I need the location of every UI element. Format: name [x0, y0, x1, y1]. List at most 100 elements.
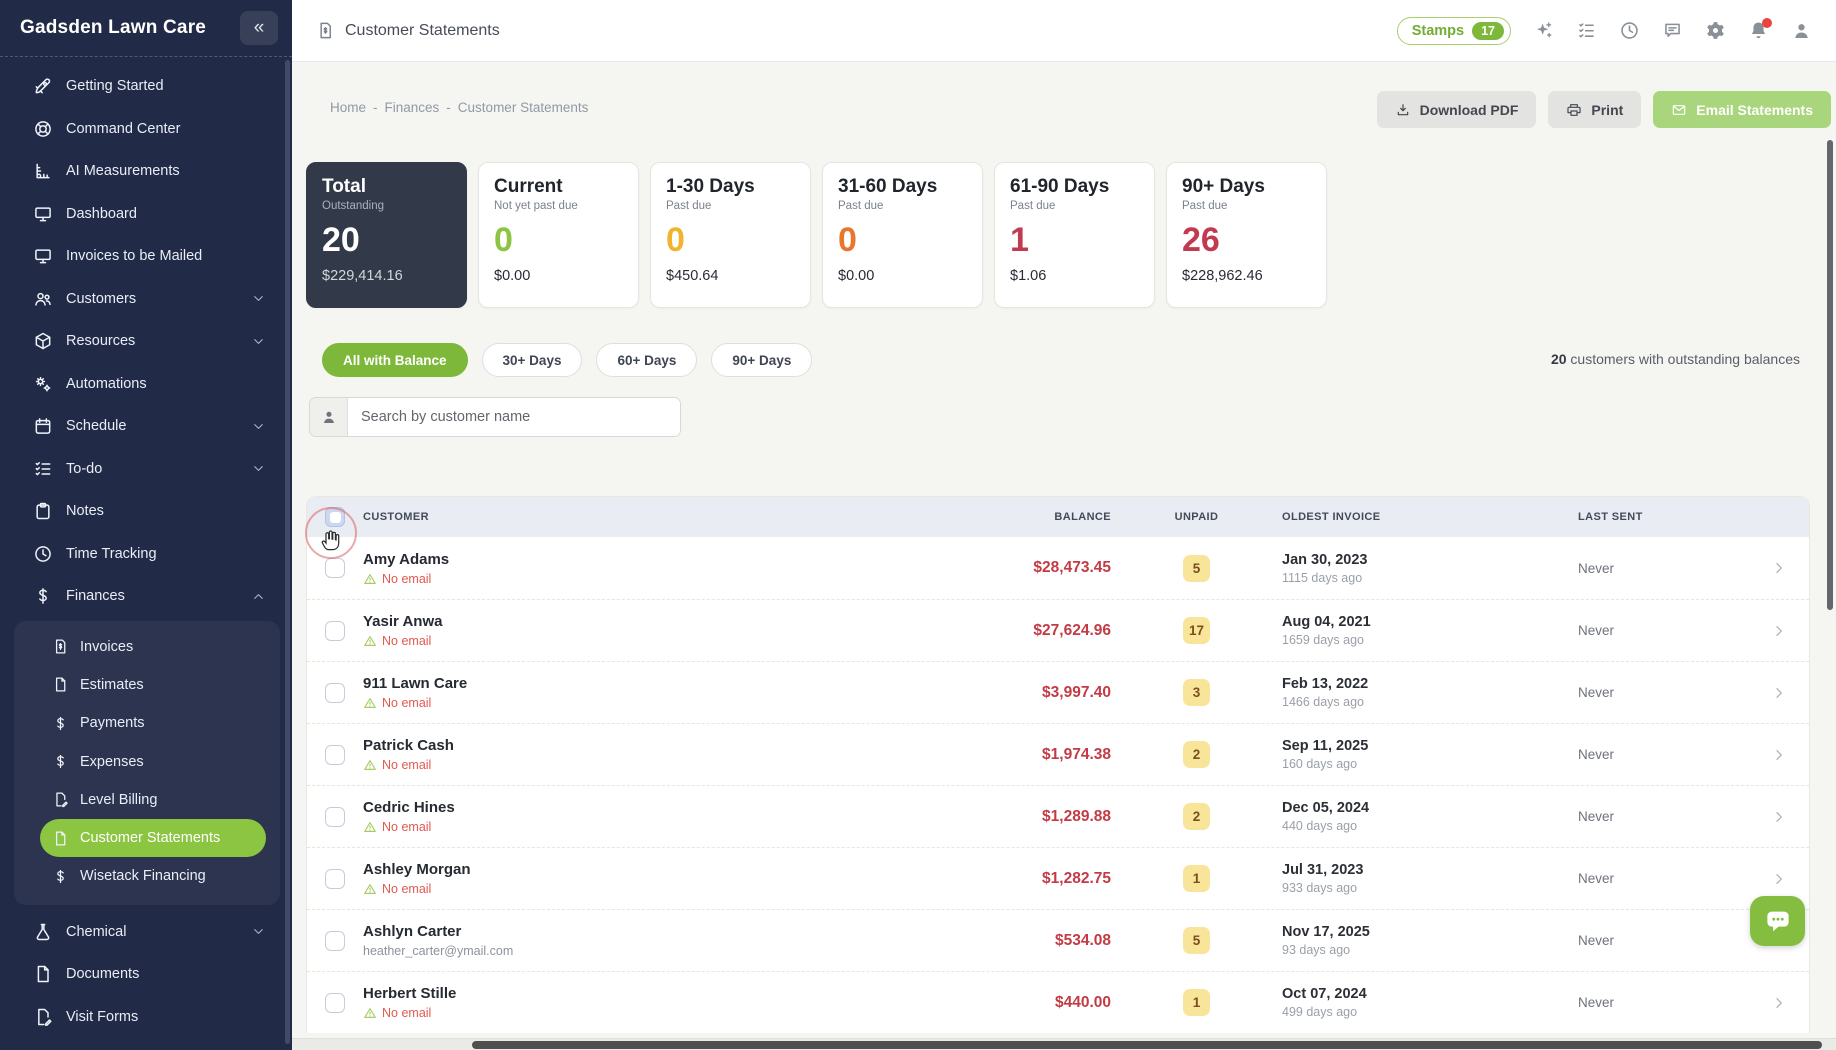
- customer-name: Amy Adams: [363, 551, 921, 568]
- sidebar-item-label: Estimates: [80, 677, 254, 693]
- brand-name: Gadsden Lawn Care: [20, 17, 206, 39]
- card-count: 0: [838, 222, 967, 259]
- filter-pill-all-with-balance[interactable]: All with Balance: [322, 343, 468, 377]
- vertical-scrollbar-thumb[interactable]: [1827, 140, 1833, 610]
- row-checkbox[interactable]: [325, 621, 345, 641]
- chevron-right-icon[interactable]: [1771, 560, 1787, 576]
- table-row-yasir-anwa[interactable]: Yasir AnwaNo email$27,624.9617Aug 04, 20…: [307, 599, 1809, 661]
- sidebar-item-resources[interactable]: Resources: [0, 320, 292, 363]
- print-button[interactable]: Print: [1548, 91, 1641, 128]
- summary-card-31-60-days[interactable]: 31-60 DaysPast due0$0.00: [822, 162, 983, 308]
- sidebar-item-dashboard[interactable]: Dashboard: [0, 193, 292, 236]
- sidebar-item-customers[interactable]: Customers: [0, 278, 292, 321]
- warning-icon: [363, 572, 377, 586]
- filter-pill-90-days[interactable]: 90+ Days: [711, 343, 812, 377]
- column-header-balance: BALANCE: [921, 511, 1111, 523]
- email-statements-button[interactable]: Email Statements: [1653, 91, 1831, 128]
- sidebar-item-schedule[interactable]: Schedule: [0, 405, 292, 448]
- document-icon: [33, 964, 53, 984]
- clock-icon: [33, 544, 53, 564]
- sidebar-item-getting-started[interactable]: Getting Started: [0, 65, 292, 108]
- warning-icon: [363, 820, 377, 834]
- table-row-amy-adams[interactable]: Amy AdamsNo email$28,473.455Jan 30, 2023…: [307, 537, 1809, 599]
- row-checkbox[interactable]: [325, 683, 345, 703]
- sidebar-item-customer-statements[interactable]: Customer Statements: [40, 819, 266, 857]
- sidebar-item-invoices[interactable]: Invoices: [40, 628, 266, 666]
- card-subtitle: Past due: [838, 200, 967, 212]
- email-address: heather_carter@ymail.com: [363, 944, 513, 958]
- chevron-right-icon[interactable]: [1771, 623, 1787, 639]
- horizontal-scrollbar-thumb[interactable]: [472, 1041, 1822, 1049]
- sidebar-item-estimates[interactable]: Estimates: [40, 666, 266, 704]
- column-header-oldest-invoice: OLDEST INVOICE: [1282, 511, 1578, 523]
- download-pdf-button[interactable]: Download PDF: [1377, 91, 1537, 128]
- sidebar-item-ai-measurements[interactable]: AI Measurements: [0, 150, 292, 193]
- button-label: Print: [1591, 102, 1623, 118]
- sidebar-item-payments[interactable]: Payments: [40, 704, 266, 742]
- row-checkbox-cell: [307, 621, 363, 641]
- sidebar-item-invoices-to-be-mailed[interactable]: Invoices to be Mailed: [0, 235, 292, 278]
- row-checkbox[interactable]: [325, 869, 345, 889]
- sidebar-item-documents[interactable]: Documents: [0, 953, 292, 996]
- sidebar-item-command-center[interactable]: Command Center: [0, 108, 292, 151]
- summary-card-61-90-days[interactable]: 61-90 DaysPast due1$1.06: [994, 162, 1155, 308]
- last-sent-value: Never: [1578, 685, 1747, 700]
- sidebar-item-finances[interactable]: Finances: [0, 575, 292, 618]
- sidebar-collapse-button[interactable]: «: [240, 11, 278, 45]
- table-row-ashlyn-carter[interactable]: Ashlyn Carterheather_carter@ymail.com$53…: [307, 909, 1809, 971]
- breadcrumb-home[interactable]: Home: [330, 100, 366, 115]
- card-amount: $0.00: [494, 268, 623, 284]
- sidebar-item-label: AI Measurements: [66, 163, 266, 179]
- oldest-invoice-cell: Aug 04, 20211659 days ago: [1282, 614, 1578, 647]
- printer-icon: [1566, 102, 1582, 118]
- sidebar-item-wisetack-financing[interactable]: Wisetack Financing: [40, 857, 266, 895]
- oldest-invoice-age: 1466 days ago: [1282, 695, 1578, 709]
- search-input[interactable]: [348, 398, 680, 436]
- sidebar-item-visit-forms[interactable]: Visit Forms: [0, 996, 292, 1039]
- sparkles-icon[interactable]: [1533, 20, 1554, 41]
- sidebar-item-to-do[interactable]: To-do: [0, 448, 292, 491]
- table-row-cedric-hines[interactable]: Cedric HinesNo email$1,289.882Dec 05, 20…: [307, 785, 1809, 847]
- summary-card-current[interactable]: CurrentNot yet past due0$0.00: [478, 162, 639, 308]
- chevron-right-icon[interactable]: [1771, 747, 1787, 763]
- chevron-right-icon[interactable]: [1771, 995, 1787, 1011]
- row-checkbox[interactable]: [325, 931, 345, 951]
- select-all-checkbox[interactable]: [325, 507, 345, 527]
- sidebar-item-level-billing[interactable]: Level Billing: [40, 781, 266, 819]
- breadcrumb-finances[interactable]: Finances: [385, 100, 440, 115]
- oldest-invoice-date: Sep 11, 2025: [1282, 738, 1578, 754]
- sidebar-item-notes[interactable]: Notes: [0, 490, 292, 533]
- gear-icon[interactable]: [1705, 20, 1726, 41]
- sidebar-item-chemical[interactable]: Chemical: [0, 911, 292, 954]
- clock-icon[interactable]: [1619, 20, 1640, 41]
- sidebar-item-automations[interactable]: Automations: [0, 363, 292, 406]
- table-row-911-lawn-care[interactable]: 911 Lawn CareNo email$3,997.403Feb 13, 2…: [307, 661, 1809, 723]
- table-row-patrick-cash[interactable]: Patrick CashNo email$1,974.382Sep 11, 20…: [307, 723, 1809, 785]
- customer-count-suffix: customers with outstanding balances: [1567, 351, 1800, 367]
- sidebar-scrollbar[interactable]: [285, 60, 290, 1044]
- chat-fab-button[interactable]: [1750, 896, 1805, 946]
- filter-pill-30-days[interactable]: 30+ Days: [482, 343, 583, 377]
- stamps-pill[interactable]: Stamps 17: [1397, 17, 1511, 45]
- sidebar-item-time-tracking[interactable]: Time Tracking: [0, 533, 292, 576]
- profile-icon[interactable]: [1791, 20, 1812, 41]
- ruler-icon: [33, 161, 53, 181]
- bell-icon[interactable]: [1748, 20, 1769, 41]
- chevron-right-icon[interactable]: [1771, 871, 1787, 887]
- filter-pill-60-days[interactable]: 60+ Days: [596, 343, 697, 377]
- row-checkbox[interactable]: [325, 745, 345, 765]
- summary-card-90-days[interactable]: 90+ DaysPast due26$228,962.46: [1166, 162, 1327, 308]
- row-checkbox[interactable]: [325, 807, 345, 827]
- chat-icon[interactable]: [1662, 20, 1683, 41]
- tasks-icon[interactable]: [1576, 20, 1597, 41]
- chevron-right-icon[interactable]: [1771, 685, 1787, 701]
- row-checkbox[interactable]: [325, 993, 345, 1013]
- summary-card-total[interactable]: TotalOutstanding20$229,414.16: [306, 162, 467, 308]
- chevron-right-icon[interactable]: [1771, 809, 1787, 825]
- table-row-ashley-morgan[interactable]: Ashley MorganNo email$1,282.751Jul 31, 2…: [307, 847, 1809, 909]
- summary-card-1-30-days[interactable]: 1-30 DaysPast due0$450.64: [650, 162, 811, 308]
- row-checkbox[interactable]: [325, 558, 345, 578]
- table-row-herbert-stille[interactable]: Herbert StilleNo email$440.001Oct 07, 20…: [307, 971, 1809, 1033]
- sidebar-item-expenses[interactable]: Expenses: [40, 742, 266, 780]
- dollar-icon: [52, 715, 69, 732]
